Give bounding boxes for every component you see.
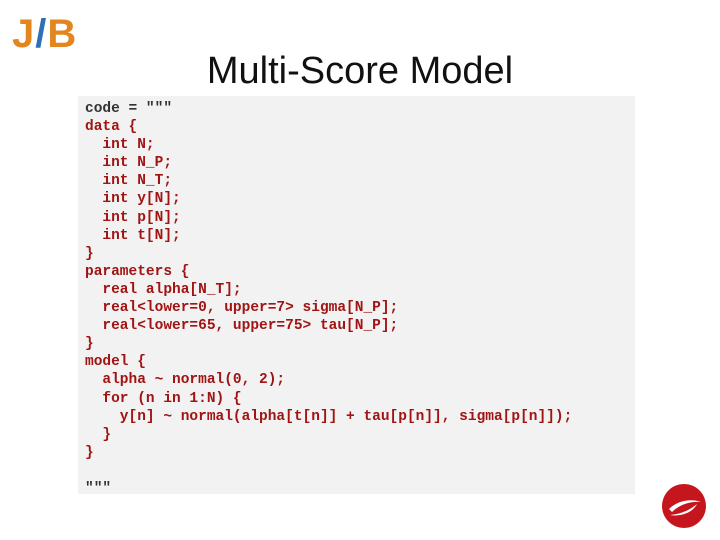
code-line: int N_P; — [85, 155, 173, 172]
code-line: real<lower=0, upper=7> sigma[N_P]; — [85, 300, 399, 317]
code-line: model { — [85, 354, 146, 371]
code-line: real<lower=65, upper=75> tau[N_P]; — [85, 318, 399, 335]
code-line: parameters { — [85, 263, 190, 280]
code-line: real alpha[N_T]; — [85, 281, 242, 298]
code-line: int N_T; — [85, 173, 173, 190]
code-line: data { — [85, 119, 138, 136]
code-block: code = """ data { int N; int N_P; int N_T… — [78, 96, 635, 497]
swoosh-logo-icon — [662, 484, 706, 528]
slide-title: Multi-Score Model — [206, 50, 514, 92]
code-line: alpha ~ normal(0, 2); — [85, 372, 286, 389]
code-line: } — [85, 444, 94, 461]
code-line: y[n] ~ normal(alpha[t[n]] + tau[p[n]], s… — [85, 408, 573, 425]
code-line: } — [85, 426, 112, 443]
code-line: int N; — [85, 137, 155, 154]
code-line: code = """ — [85, 101, 173, 117]
code-line: } — [85, 336, 94, 353]
code-line: int p[N]; — [85, 209, 181, 226]
code-line: for (n in 1:N) { — [85, 390, 242, 407]
code-line: int t[N]; — [85, 227, 181, 244]
code-line: """ — [85, 480, 112, 497]
code-line: int y[N]; — [85, 191, 181, 208]
code-line: } — [85, 245, 94, 262]
